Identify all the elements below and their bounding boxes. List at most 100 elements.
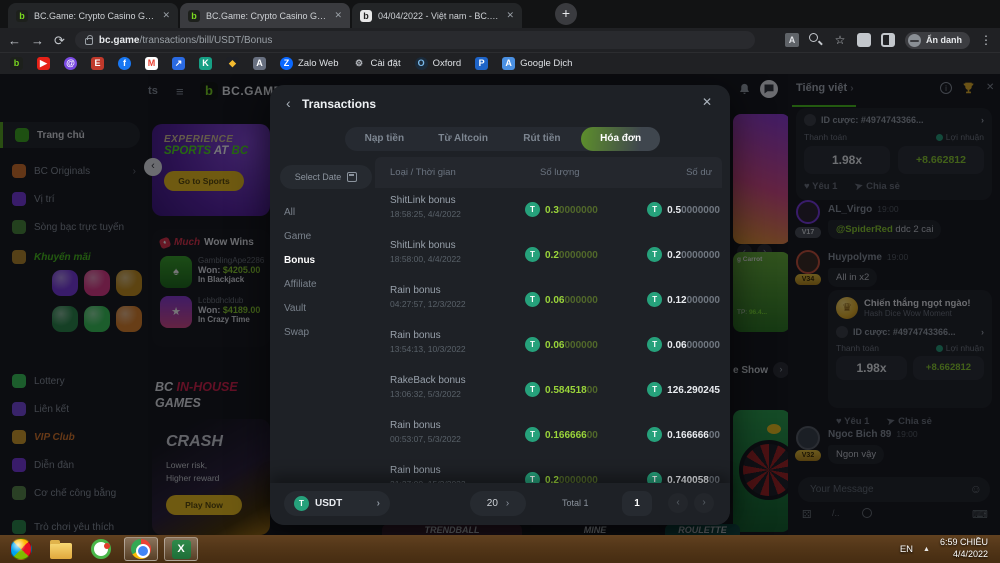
bookmark-favicon-icon: P: [475, 57, 488, 70]
bookmark-favicon-icon: A: [253, 57, 266, 70]
col-balance: Số dư: [686, 167, 712, 178]
bookmark-favicon-icon: ▶: [37, 57, 50, 70]
tab-close-icon[interactable]: ✕: [334, 10, 342, 21]
bookmark-label: Google Dịch: [520, 58, 572, 69]
bookmark-favicon-icon: E: [91, 57, 104, 70]
tab-title: BC.Game: Crypto Casino Games &: [206, 11, 328, 21]
row-amount: T0.06000000: [525, 335, 598, 353]
excel-taskbar-button[interactable]: X: [164, 537, 198, 561]
filter-bonus[interactable]: Bonus: [284, 255, 315, 266]
reload-icon[interactable]: ⟳: [54, 34, 65, 47]
url-bar[interactable]: bc.game/transactions/bill/USDT/Bonus: [75, 31, 755, 49]
modal-back-icon[interactable]: ‹: [286, 95, 291, 111]
bookmark-item[interactable]: b: [10, 57, 23, 70]
bookmark-item[interactable]: ⚙Cài đặt: [352, 57, 400, 70]
coccoc-taskbar-button[interactable]: [84, 537, 118, 561]
lock-icon[interactable]: [85, 38, 93, 45]
bookmark-item[interactable]: K: [199, 57, 212, 70]
browser-menu-icon[interactable]: ⋮: [980, 33, 992, 47]
filter-all[interactable]: All: [284, 207, 295, 218]
row-type: Rain bonus: [390, 285, 441, 296]
bookmark-item[interactable]: M: [145, 57, 158, 70]
tab-t-altcoin[interactable]: Từ Altcoin: [424, 127, 503, 151]
taskbar-clock[interactable]: 6:59 CHIỀU 4/4/2022: [940, 537, 988, 560]
browser-tab[interactable]: bBC.Game: Crypto Casino Games &✕: [8, 3, 178, 28]
browser-tab[interactable]: bBC.Game: Crypto Casino Games &✕: [180, 3, 350, 28]
filter-swap[interactable]: Swap: [284, 327, 309, 338]
currency-label: USDT: [315, 498, 342, 509]
folder-icon: [50, 543, 72, 559]
filter-game[interactable]: Game: [284, 231, 311, 242]
row-type: RakeBack bonus: [390, 375, 466, 386]
bookmark-favicon-icon: K: [199, 57, 212, 70]
table-row[interactable]: Rain bonus13:54:13, 10/3/2022T0.06000000…: [375, 323, 722, 368]
bookmark-favicon-icon: ◆: [226, 57, 239, 70]
url-path: /transactions/bill/USDT/Bonus: [139, 35, 272, 46]
table-row[interactable]: Rain bonus04:27:57, 12/3/2022T0.06000000…: [375, 278, 722, 323]
currency-selector[interactable]: T USDT ›: [284, 491, 390, 516]
bookmark-item[interactable]: ▶: [37, 57, 50, 70]
browser-tab[interactable]: b04/04/2022 - Việt nam - BC.Gam✕: [352, 3, 522, 28]
incognito-badge[interactable]: Ẩn danh: [905, 32, 970, 49]
translate-icon[interactable]: A: [785, 33, 799, 47]
row-type: Rain bonus: [390, 465, 441, 476]
tab-r-t-ti-n[interactable]: Rút tiền: [503, 127, 582, 151]
coccoc-icon: [91, 539, 111, 559]
explorer-taskbar-button[interactable]: [44, 537, 78, 561]
filter-affiliate[interactable]: Affiliate: [284, 279, 317, 290]
bookmark-favicon-icon: @: [64, 57, 77, 70]
filter-vault[interactable]: Vault: [284, 303, 306, 314]
row-time: 18:58:00, 4/4/2022: [390, 254, 461, 264]
bookmark-item[interactable]: @: [64, 57, 77, 70]
tray-expand-icon[interactable]: ▲: [923, 546, 930, 553]
row-type: ShitLink bonus: [390, 240, 456, 251]
page-number[interactable]: 1: [622, 491, 652, 516]
side-panel-icon[interactable]: [881, 33, 895, 47]
start-button[interactable]: [4, 537, 38, 561]
bookmark-star-icon[interactable]: ☆: [833, 33, 847, 47]
table-row[interactable]: RakeBack bonus13:06:32, 5/3/2022T0.58451…: [375, 368, 722, 413]
bookmark-item[interactable]: P: [475, 57, 488, 70]
select-date-button[interactable]: Select Date: [280, 165, 372, 189]
clock-date: 4/4/2022: [940, 549, 988, 561]
extensions-icon[interactable]: [857, 33, 871, 47]
bookmark-item[interactable]: OOxford: [415, 57, 462, 70]
bookmark-item[interactable]: f: [118, 57, 131, 70]
bookmark-favicon-icon: O: [415, 57, 428, 70]
tether-icon: T: [525, 247, 540, 262]
bookmark-item[interactable]: ZZalo Web: [280, 57, 338, 70]
row-type: Rain bonus: [390, 420, 441, 431]
table-row[interactable]: ShitLink bonus18:58:00, 4/4/2022T0.20000…: [375, 233, 722, 278]
row-balance: T126.290245: [647, 380, 720, 398]
zoom-icon[interactable]: [809, 33, 818, 42]
row-amount: T0.58451800: [525, 380, 598, 398]
bookmark-item[interactable]: E: [91, 57, 104, 70]
modal-close-icon[interactable]: ✕: [702, 95, 712, 109]
tab-n-p-ti-n[interactable]: Nạp tiền: [345, 127, 424, 151]
tab-close-icon[interactable]: ✕: [506, 10, 514, 21]
chrome-taskbar-button[interactable]: [124, 537, 158, 561]
bookmark-item[interactable]: ◆: [226, 57, 239, 70]
page-size-selector[interactable]: 20 ›: [470, 491, 526, 516]
language-indicator[interactable]: EN: [900, 544, 913, 555]
back-icon[interactable]: ←: [8, 34, 21, 47]
tether-icon: T: [647, 382, 662, 397]
table-row[interactable]: Rain bonus00:53:07, 5/3/2022T0.16666600T…: [375, 413, 722, 458]
incognito-label: Ẩn danh: [926, 35, 962, 45]
bookmark-item[interactable]: AGoogle Dịch: [502, 57, 572, 70]
next-page-button[interactable]: ›: [694, 493, 714, 513]
table-row[interactable]: ShitLink bonus18:58:25, 4/4/2022T0.30000…: [375, 188, 722, 233]
row-time: 00:53:07, 5/3/2022: [390, 434, 461, 444]
forward-icon[interactable]: →: [31, 34, 44, 47]
bookmark-item[interactable]: ↗: [172, 57, 185, 70]
new-tab-button[interactable]: +: [555, 3, 577, 25]
table-row[interactable]: Rain bonus21:27:00, 15/2/2022T0.20000000…: [375, 458, 722, 483]
windows-start-icon: [10, 538, 32, 560]
tab-h-a-n[interactable]: Hóa đơn: [581, 127, 660, 151]
prev-page-button[interactable]: ‹: [668, 493, 688, 513]
bookmark-favicon-icon: b: [10, 57, 23, 70]
tether-icon: T: [525, 382, 540, 397]
tether-icon: T: [525, 202, 540, 217]
tab-close-icon[interactable]: ✕: [162, 10, 170, 21]
bookmark-item[interactable]: A: [253, 57, 266, 70]
